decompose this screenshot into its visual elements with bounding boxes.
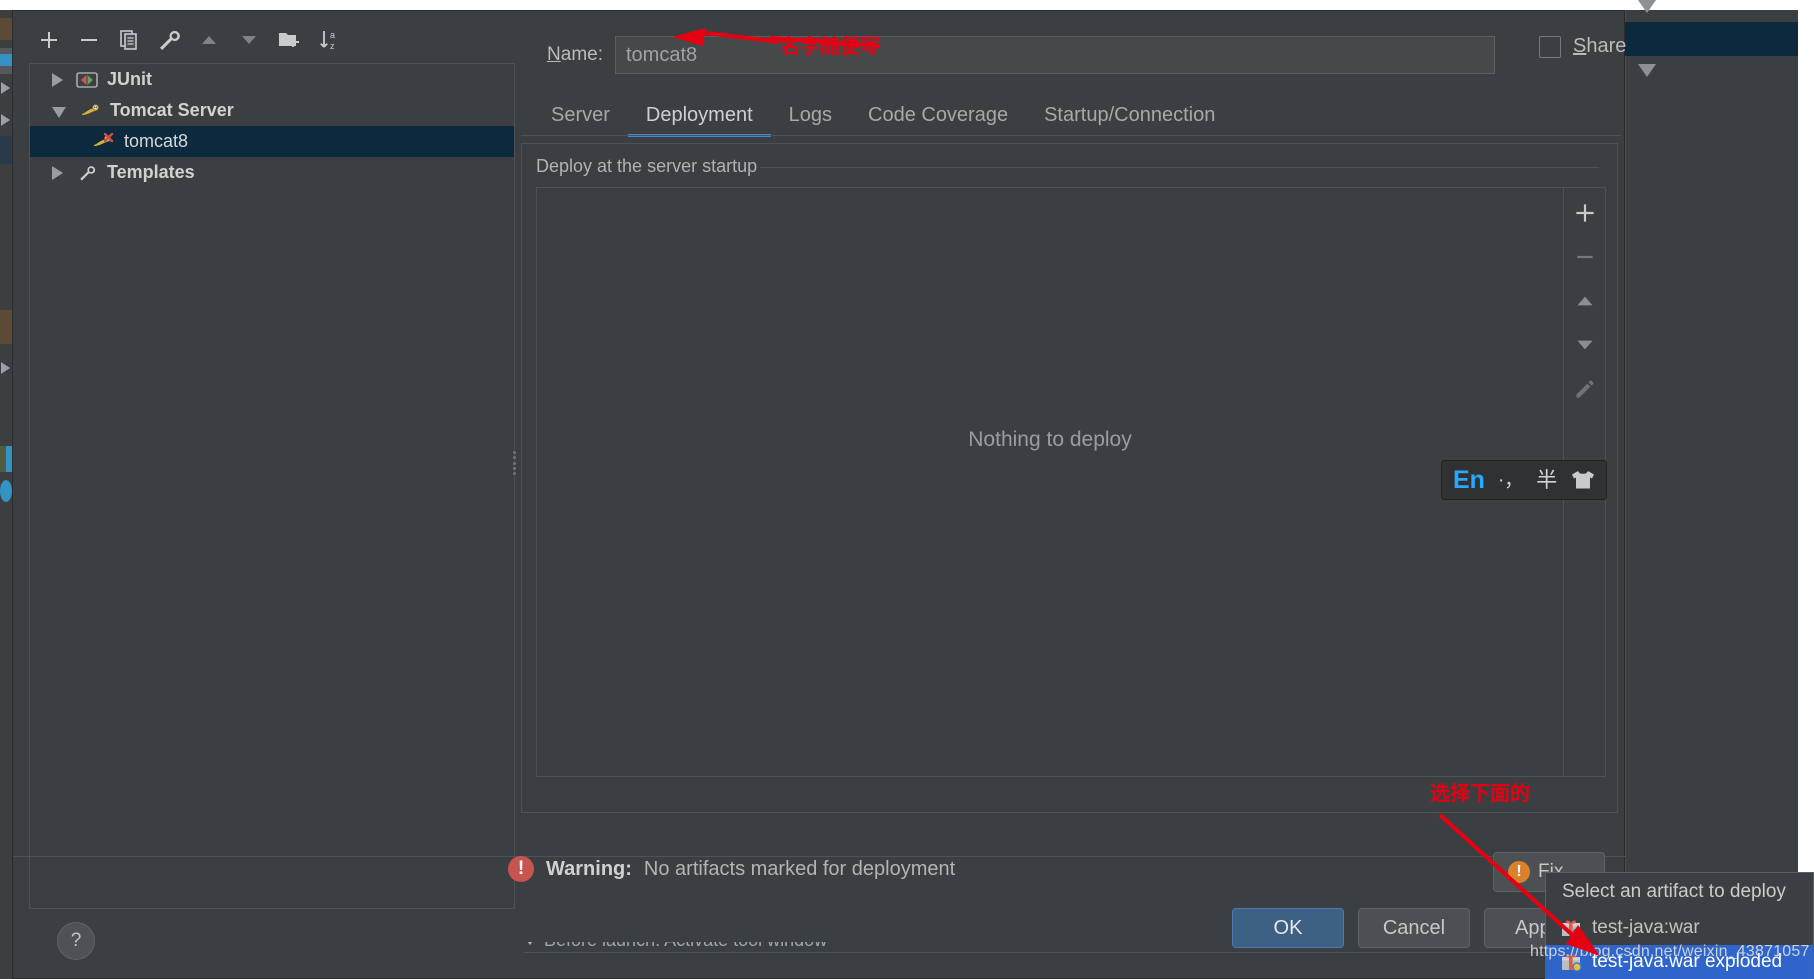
junit-icon: [75, 70, 99, 90]
configurations-tree[interactable]: JUnit Tomcat Server tomcat8 Templates: [29, 63, 515, 909]
tab-startup-connection[interactable]: Startup/Connection: [1026, 95, 1233, 137]
popup-item-war[interactable]: test-java:war: [1546, 911, 1813, 945]
annotation-name-text: 名字随便写: [780, 36, 880, 58]
edit-templates-button[interactable]: [149, 20, 189, 60]
move-down-button[interactable]: [229, 20, 269, 60]
ide-right-panel: [1625, 10, 1798, 979]
tab-server[interactable]: Server: [533, 95, 628, 137]
tree-item-tomcat8[interactable]: tomcat8: [30, 126, 514, 157]
warning-message: No artifacts marked for deployment: [643, 857, 956, 880]
before-launch-divider: [524, 952, 1617, 953]
ide-triangle-icon: [1, 82, 10, 94]
new-folder-button[interactable]: [269, 20, 309, 60]
tab-logs[interactable]: Logs: [771, 95, 850, 137]
tree-item-label: Tomcat Server: [110, 100, 234, 120]
move-down-deployment-button[interactable]: [1565, 326, 1605, 364]
share-label: Share: [1573, 35, 1627, 57]
remove-deployment-button[interactable]: [1565, 238, 1605, 276]
ide-triangle-icon: [1638, 0, 1656, 13]
popup-title: Select an artifact to deploy: [1562, 881, 1786, 902]
copy-configuration-button[interactable]: [109, 20, 149, 60]
ide-chip: [0, 136, 12, 164]
dialog-buttons: OK Cancel Apply: [1232, 908, 1596, 948]
deployment-artifacts-list[interactable]: Nothing to deploy: [536, 187, 1564, 777]
move-up-button[interactable]: [189, 20, 229, 60]
popup-item-label: test-java:war: [1592, 917, 1700, 938]
move-up-deployment-button[interactable]: [1565, 282, 1605, 320]
tree-item-junit[interactable]: JUnit: [30, 64, 514, 95]
ide-right-panel-selection: [1625, 22, 1798, 56]
watermark: https://blog.csdn.net/weixin_43871057: [1530, 943, 1810, 960]
wrench-icon: [75, 163, 99, 183]
warning-bar: ! Warning: No artifacts marked for deplo…: [508, 856, 955, 882]
ime-toolbar[interactable]: En ·， 半: [1441, 460, 1607, 500]
ide-triangle-icon: [1, 362, 10, 374]
name-label: Name:: [547, 44, 603, 65]
share-checkbox[interactable]: [1539, 35, 1561, 58]
configuration-editor-pane: Name: tomcat8 Share Server Deployment Lo…: [521, 19, 1626, 953]
shirt-icon[interactable]: [1570, 469, 1596, 491]
configuration-tabs: Server Deployment Logs Code Coverage Sta…: [533, 93, 1621, 137]
ok-button[interactable]: OK: [1232, 908, 1344, 948]
ide-chip: [0, 310, 12, 344]
tomcat-error-icon: [92, 132, 116, 152]
chevron-right-icon[interactable]: [52, 72, 63, 87]
deploy-caption: Deploy at the server startup: [536, 156, 758, 176]
help-button[interactable]: ?: [57, 922, 95, 960]
screen-right-margin: [1798, 0, 1814, 979]
ime-width-toggle[interactable]: 半: [1536, 470, 1557, 491]
configurations-pane: a z JUnit Tomcat Server tomcat8 Template…: [29, 19, 515, 960]
warning-icon: !: [1508, 861, 1530, 883]
tab-deployment[interactable]: Deployment: [627, 95, 771, 137]
name-input[interactable]: tomcat8: [615, 36, 1495, 74]
ide-chip: [0, 18, 12, 40]
remove-configuration-button[interactable]: [69, 20, 109, 60]
ide-left-toolwindow-strip: [0, 10, 12, 979]
pane-splitter[interactable]: [513, 451, 521, 475]
chevron-down-icon[interactable]: [524, 942, 536, 945]
warning-prefix: Warning:: [546, 857, 632, 880]
tree-item-label: tomcat8: [124, 131, 189, 151]
svg-text:z: z: [330, 41, 335, 51]
add-deployment-button[interactable]: [1565, 194, 1605, 232]
tree-item-templates[interactable]: Templates: [30, 157, 514, 188]
ime-punctuation-toggle[interactable]: ·，: [1498, 471, 1523, 490]
ime-language-indicator[interactable]: En: [1453, 467, 1485, 493]
tab-code-coverage[interactable]: Code Coverage: [850, 95, 1026, 137]
before-launch-label: Before launch: Activate tool window: [544, 942, 827, 951]
ide-chip: [0, 480, 12, 502]
name-row: Name: tomcat8: [521, 35, 1621, 75]
configurations-toolbar: a z: [29, 19, 515, 61]
artifact-popup: Select an artifact to deploy test-java:w…: [1545, 872, 1814, 979]
caption-divider: [760, 167, 1599, 168]
edit-deployment-button[interactable]: [1565, 370, 1605, 408]
ide-chip: [0, 54, 12, 66]
svg-text:a: a: [330, 30, 335, 40]
error-icon: !: [508, 856, 534, 882]
tree-item-label: Templates: [107, 162, 195, 182]
add-configuration-button[interactable]: [29, 20, 69, 60]
artifact-icon: [1560, 918, 1582, 938]
screen-top-margin: [0, 0, 1814, 10]
tree-item-tomcat-server[interactable]: Tomcat Server: [30, 95, 514, 126]
ide-triangle-icon: [1638, 64, 1656, 77]
annotation-select-text: 选择下面的: [1430, 783, 1530, 805]
tree-item-label: JUnit: [107, 69, 152, 89]
run-debug-configurations-dialog: a z JUnit Tomcat Server tomcat8 Template…: [12, 10, 1626, 979]
tabs-divider: [521, 135, 1621, 136]
empty-state-text: Nothing to deploy: [968, 428, 1132, 451]
share-checkbox-group[interactable]: Share: [1539, 35, 1626, 58]
chevron-right-icon[interactable]: [52, 165, 63, 180]
sort-alphabetically-button[interactable]: a z: [309, 20, 349, 60]
cancel-button[interactable]: Cancel: [1358, 908, 1470, 948]
chevron-down-icon[interactable]: [52, 106, 66, 118]
tomcat-icon: [78, 101, 102, 121]
ide-triangle-icon: [1, 114, 10, 126]
